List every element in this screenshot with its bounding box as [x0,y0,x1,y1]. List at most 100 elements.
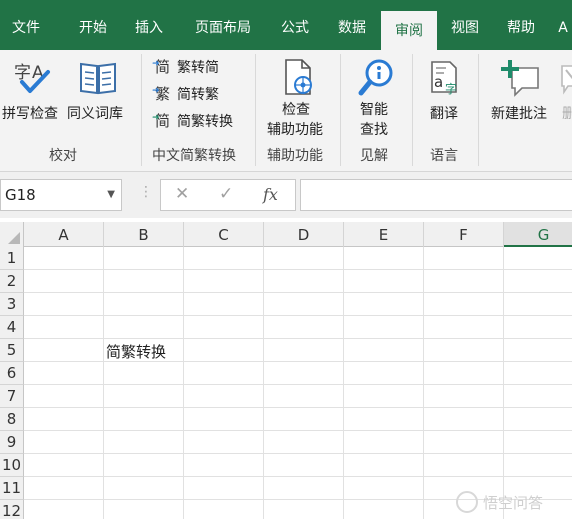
ribbon-separator [412,54,413,166]
grid-line [24,338,572,339]
delete-comment-icon [558,60,572,96]
ribbon-review: 字A 拼写检查 同义词库 校对 简 ➜ 繁转简 繁 ➜ 简转繁 简 ➜ 简繁转换… [0,50,572,172]
column-header-e[interactable]: E [344,222,424,247]
tab-formulas[interactable]: 公式 [270,0,320,50]
check-accessibility-button[interactable]: 检查 辅助功能 [262,54,332,140]
row-header-12[interactable]: 12 [0,500,24,519]
chinese-conversion-label: 简繁转换 [177,114,233,130]
row-header-2[interactable]: 2 [0,270,24,293]
cell-b5[interactable]: 简繁转换 [106,341,166,362]
column-header-g[interactable]: G [504,222,572,247]
row-header-1[interactable]: 1 [0,247,24,270]
row-header-5[interactable]: 5 [0,339,24,362]
thesaurus-label: 同义词库 [67,106,123,122]
row-header-6[interactable]: 6 [0,362,24,385]
ribbon-separator [340,54,341,166]
row-header-3[interactable]: 3 [0,293,24,316]
chinese-conversion-group-label: 中文简繁转换 [152,148,236,164]
column-headers: A B C D E F G [0,222,572,247]
watermark-logo-icon [456,491,478,513]
enter-check-icon[interactable]: ✓ [219,184,233,204]
smart-lookup-label-line1: 智能 [360,102,388,118]
ribbon-separator [141,54,142,166]
tab-home[interactable]: 开始 [66,0,120,50]
tab-data[interactable]: 数据 [326,0,378,50]
check-accessibility-label-line2: 辅助功能 [267,122,323,138]
row-header-7[interactable]: 7 [0,385,24,408]
grid-line [24,292,572,293]
translate-icon: a 字 [428,58,464,98]
grid-line [423,247,424,519]
tab-more[interactable]: A [552,0,572,50]
translate-button[interactable]: a 字 翻译 [420,54,470,124]
grid-line [503,247,504,519]
thesaurus-book-icon [78,60,118,96]
row-header-9[interactable]: 9 [0,431,24,454]
column-header-a[interactable]: A [24,222,104,247]
check-accessibility-label-line1: 检查 [282,102,310,118]
formula-input[interactable] [300,179,572,211]
simplified-to-traditional-icon: 繁 ➜ [152,85,171,103]
grid-line [343,247,344,519]
column-header-b[interactable]: B [104,222,184,247]
row-header-11[interactable]: 11 [0,477,24,500]
name-box[interactable]: G18 ▼ [0,179,122,211]
language-group-label: 语言 [430,148,458,164]
select-all-triangle-icon [8,232,20,244]
grid-line [24,269,572,270]
chinese-conversion-icon: 简 ➜ [152,112,171,130]
translate-icon-zh: 字 [445,82,458,96]
select-all-corner[interactable] [0,222,24,247]
new-comment-label: 新建批注 [491,106,547,122]
grid-line [24,315,572,316]
spellcheck-label: 拼写检查 [2,106,58,122]
grid-line [24,453,572,454]
spellcheck-button[interactable]: 字A 拼写检查 [0,54,64,124]
grid-line [103,247,104,519]
smart-lookup-search-icon [357,58,395,98]
translate-label: 翻译 [430,106,458,122]
formula-bar-resize-handle[interactable]: ⋮ [139,184,153,200]
thesaurus-button[interactable]: 同义词库 [66,54,132,124]
watermark: 悟空问答 [456,489,572,517]
column-header-c[interactable]: C [184,222,264,247]
tab-page-layout[interactable]: 页面布局 [186,0,260,50]
smart-lookup-button[interactable]: 智能 查找 [348,54,404,140]
cancel-icon[interactable]: ✕ [175,184,189,204]
new-comment-button[interactable]: 新建批注 [488,54,554,124]
grid-line [24,476,572,477]
worksheet-grid: A B C D E F G 1 2 3 4 5 6 7 8 9 10 11 12… [0,222,572,519]
chinese-conversion-button[interactable]: 简 ➜ 简繁转换 [152,110,233,132]
grid-line [24,430,572,431]
formula-bar-buttons: ✕ ✓ fx [160,179,296,211]
formula-bar: G18 ▼ ⋮ ✕ ✓ fx [0,172,572,218]
grid-line [183,247,184,519]
row-header-10[interactable]: 10 [0,454,24,477]
simplified-to-traditional-button[interactable]: 繁 ➜ 简转繁 [152,83,219,105]
accessibility-group-label: 辅助功能 [267,148,323,164]
ribbon-separator [478,54,479,166]
traditional-to-simplified-button[interactable]: 简 ➜ 繁转简 [152,56,219,78]
proofing-group-label: 校对 [49,148,77,164]
spellcheck-icon: 字A [14,58,52,96]
column-header-f[interactable]: F [424,222,504,247]
grid-line [24,407,572,408]
tab-review[interactable]: 审阅 [381,11,437,50]
traditional-to-simplified-icon: 简 ➜ [152,58,171,76]
tab-insert[interactable]: 插入 [122,0,176,50]
delete-comment-button[interactable]: 删 [556,54,572,124]
translate-icon-a: a [434,73,444,91]
name-box-value: G18 [5,186,36,204]
tab-help[interactable]: 帮助 [496,0,546,50]
ribbon-tab-bar: 文件 开始 插入 页面布局 公式 数据 审阅 视图 帮助 A [0,0,572,50]
row-header-8[interactable]: 8 [0,408,24,431]
new-comment-icon [500,58,542,98]
watermark-text: 悟空问答 [483,494,544,512]
tab-file[interactable]: 文件 [0,0,52,50]
accessibility-check-icon [282,58,316,98]
insert-function-fx-icon[interactable]: fx [263,185,278,204]
row-header-4[interactable]: 4 [0,316,24,339]
column-header-d[interactable]: D [264,222,344,247]
chevron-down-icon[interactable]: ▼ [107,189,115,200]
tab-view[interactable]: 视图 [440,0,490,50]
